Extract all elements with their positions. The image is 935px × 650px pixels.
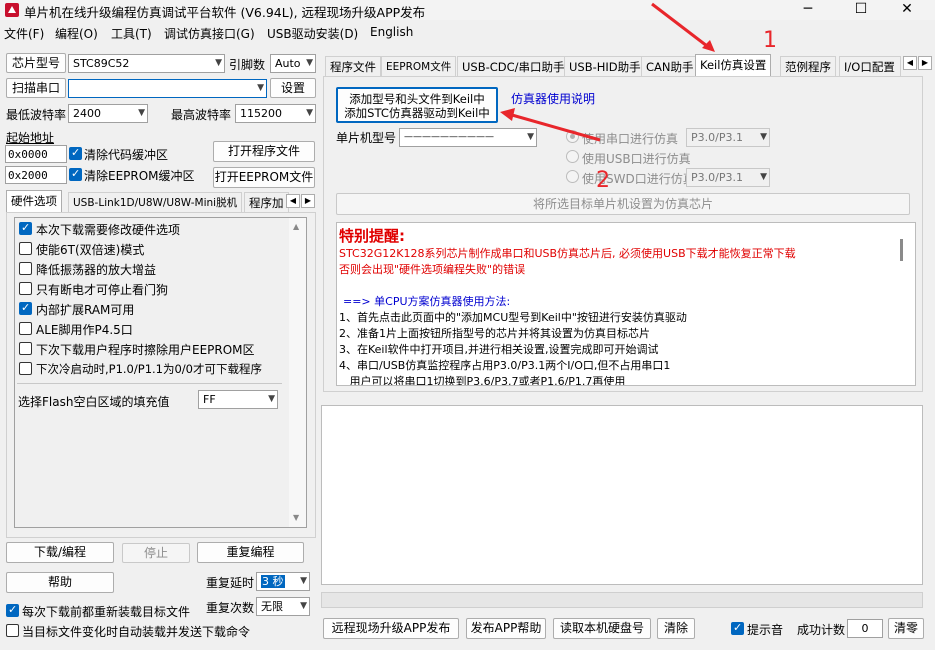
annotation-arrow-2 <box>511 113 601 142</box>
annotation-overlay <box>500 2 715 142</box>
annotation-number-2: 2 <box>596 168 610 193</box>
annotation-number-1: 1 <box>763 28 777 53</box>
annotation-arrow-1 <box>651 2 708 48</box>
annotation-arrowhead-2 <box>500 108 515 121</box>
